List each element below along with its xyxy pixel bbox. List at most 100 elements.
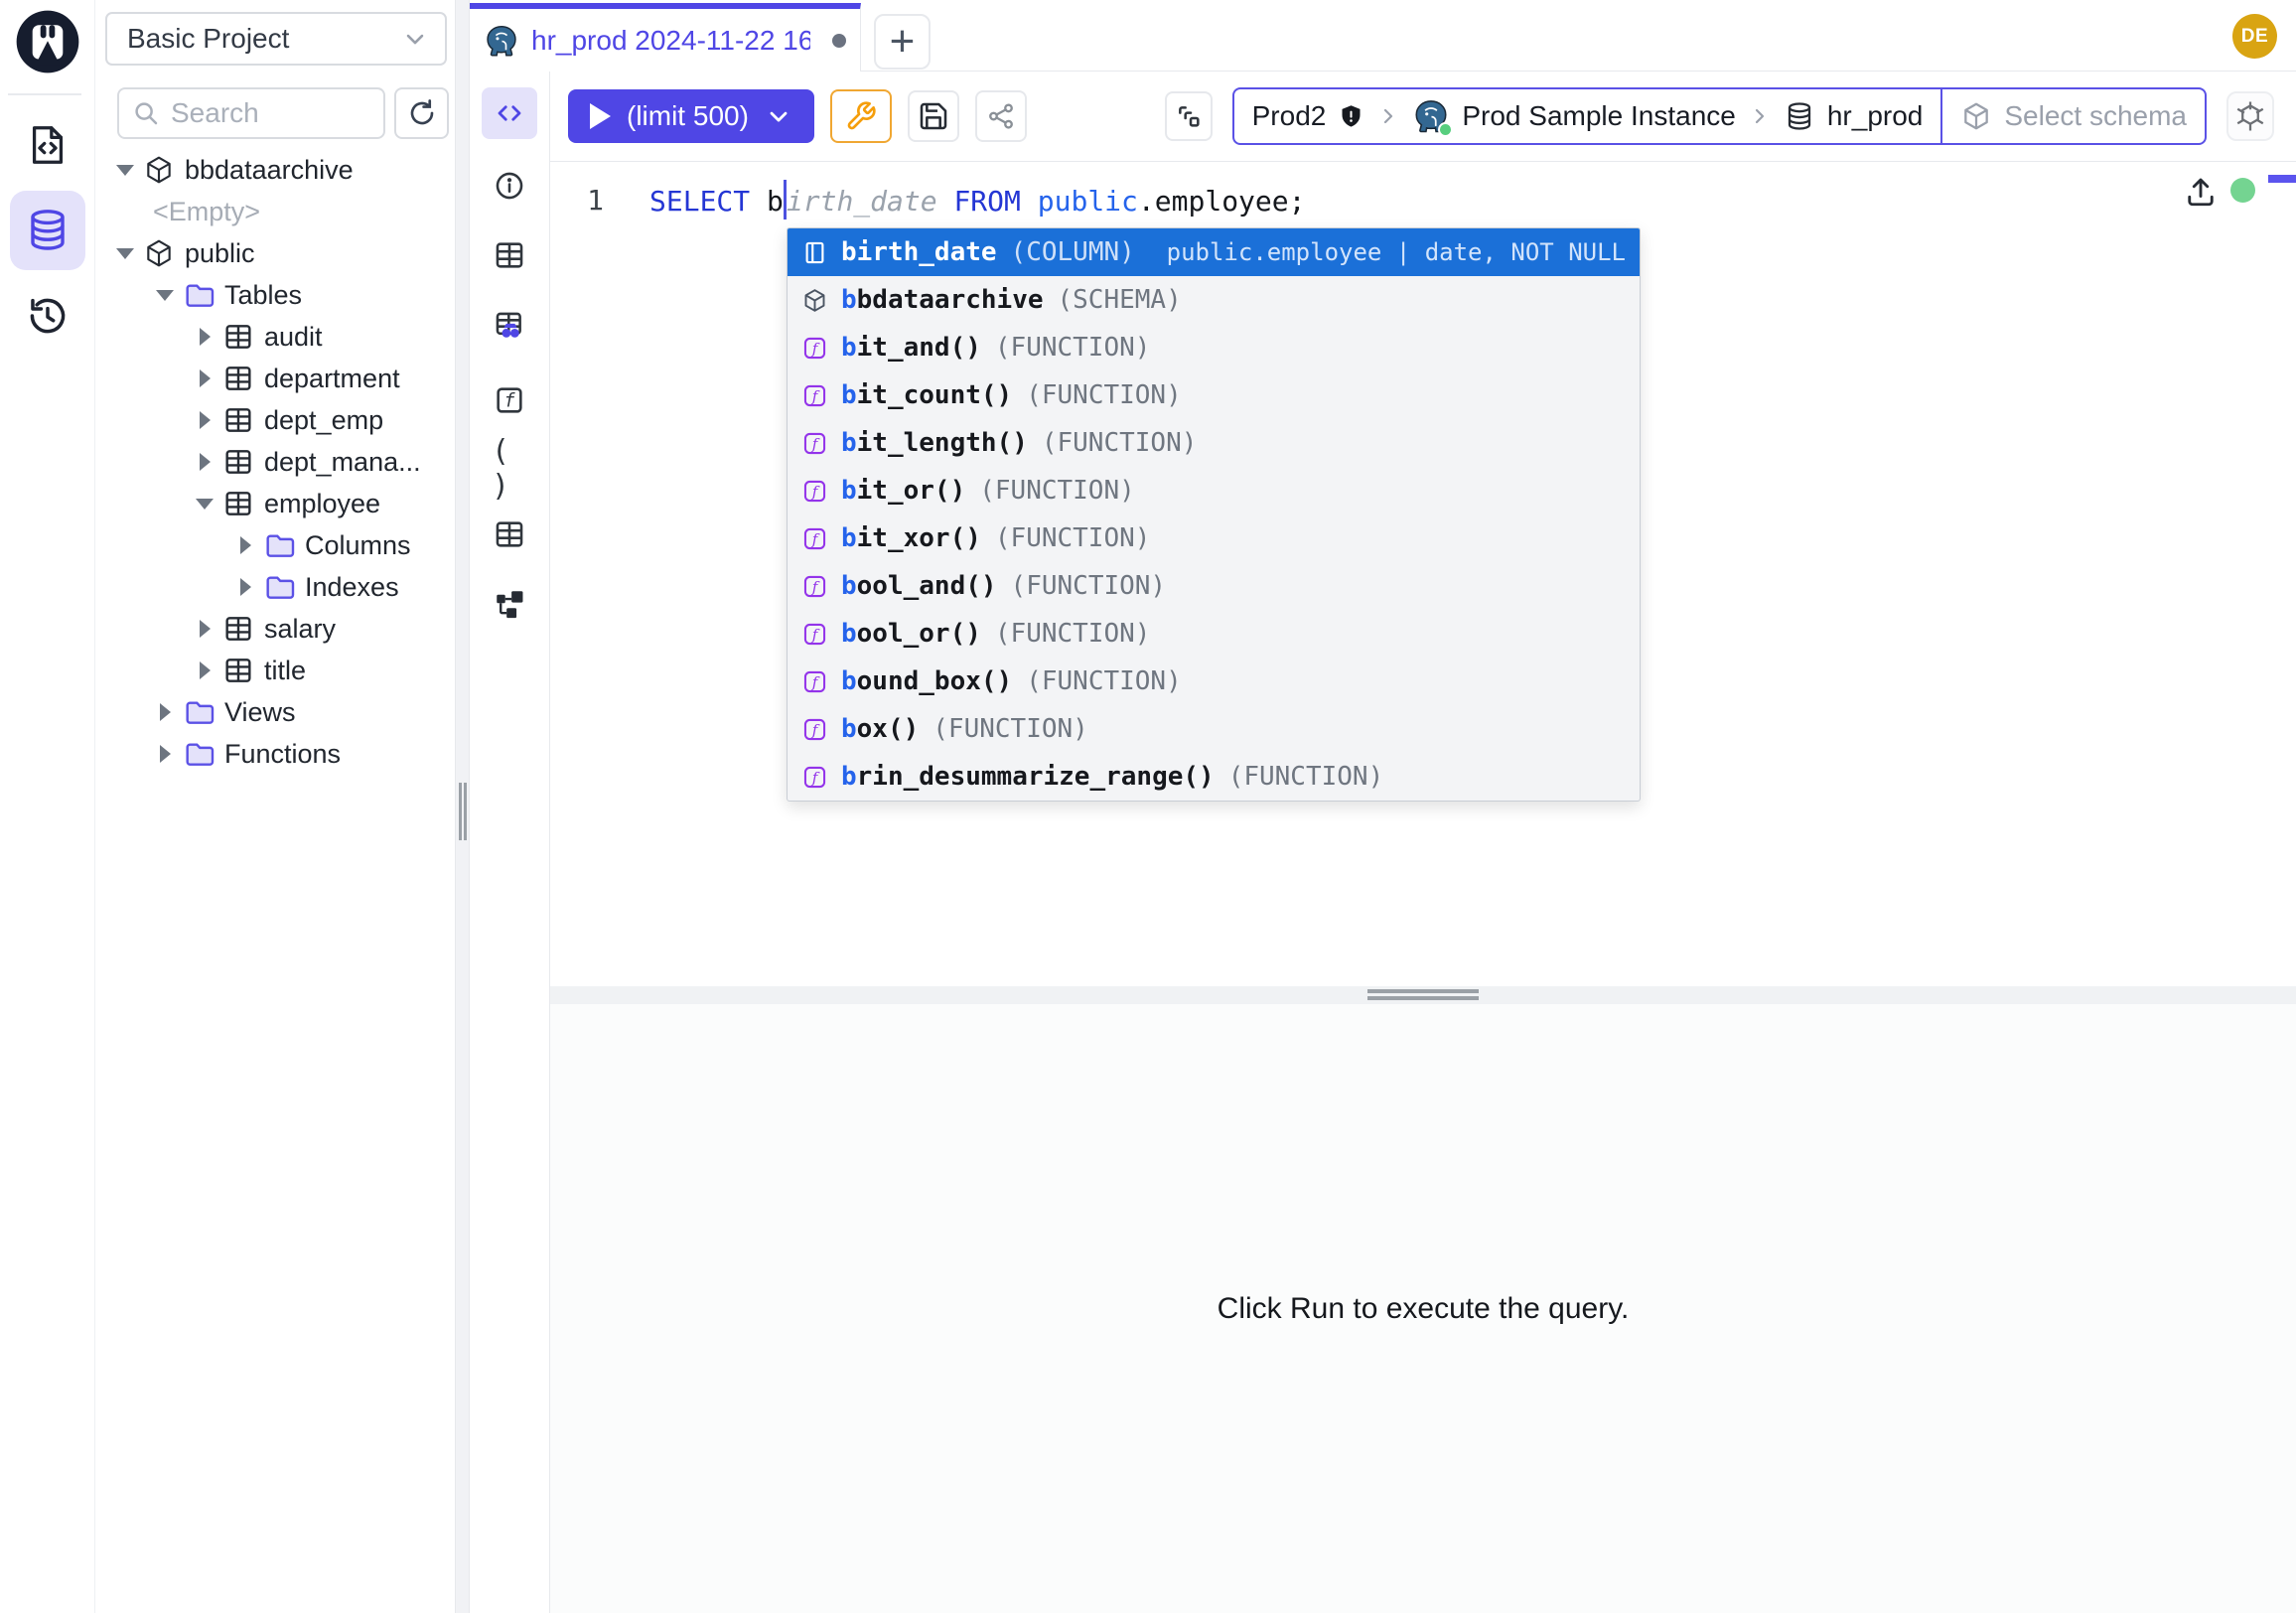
autocomplete-item[interactable]: f bbdataarchive (SCHEMA) xyxy=(788,276,1640,324)
overview-ruler-mark xyxy=(2268,175,2296,183)
parentheses-icon[interactable]: ( ) xyxy=(492,451,527,487)
chevron-right-icon[interactable] xyxy=(231,578,259,596)
connection-path[interactable]: Prod2 xyxy=(1234,89,1941,143)
table-data-icon[interactable] xyxy=(492,516,527,552)
connection-breadcrumb[interactable]: Prod2 xyxy=(1232,87,2207,145)
database-nav-active[interactable] xyxy=(10,191,85,270)
search-box[interactable] xyxy=(117,87,385,139)
autocomplete-item[interactable]: f box() (FUNCTION) xyxy=(788,705,1640,753)
suggestion-kind: (FUNCTION) xyxy=(995,333,1151,363)
chevron-down-icon[interactable] xyxy=(111,248,139,259)
chevron-right-icon[interactable] xyxy=(151,703,179,721)
suggestion-label: bool_and() xyxy=(841,571,997,601)
suggestion-label: bbdataarchive xyxy=(841,285,1044,315)
tree-item[interactable]: bbdataarchive xyxy=(95,149,455,191)
line-number: 1 xyxy=(550,184,604,217)
project-selector[interactable]: Basic Project xyxy=(105,12,447,66)
batch-query-button[interactable] xyxy=(1165,91,1213,141)
autocomplete-item[interactable]: f brin_desummarize_range() (FUNCTION) xyxy=(788,753,1640,801)
tree-item-label: Views xyxy=(224,697,296,728)
chevron-right-icon[interactable] xyxy=(191,620,218,638)
suggestion-label: brin_desummarize_range() xyxy=(841,762,1215,792)
info-icon[interactable] xyxy=(492,168,527,204)
function-icon[interactable]: f xyxy=(492,382,527,418)
upload-icon[interactable] xyxy=(2183,174,2219,210)
tree-item[interactable]: dept_emp xyxy=(95,399,455,441)
tree-item[interactable]: public xyxy=(95,232,455,274)
chevron-right-icon[interactable] xyxy=(191,328,218,346)
worksheet-icon[interactable] xyxy=(24,121,72,169)
table-info-icon[interactable] xyxy=(492,237,527,273)
chevron-right-icon[interactable] xyxy=(231,536,259,554)
tree-item[interactable]: department xyxy=(95,358,455,399)
tree-item[interactable]: salary xyxy=(95,608,455,650)
chevron-down-icon[interactable] xyxy=(191,499,218,510)
autocomplete-item[interactable]: f bit_xor() (FUNCTION) xyxy=(788,514,1640,562)
share-button[interactable] xyxy=(975,90,1027,142)
autocomplete-item[interactable]: f bit_or() (FUNCTION) xyxy=(788,467,1640,514)
tree-item[interactable]: dept_mana... xyxy=(95,441,455,483)
function-icon: f xyxy=(801,668,828,695)
suggestion-label: bit_or() xyxy=(841,476,965,506)
panel-resize-handle[interactable] xyxy=(550,986,2296,1004)
shield-icon xyxy=(1338,103,1364,130)
schema-cube-icon xyxy=(143,154,175,186)
main-area: hr_prod 2024-11-22 16:49 + DE xyxy=(470,0,2296,1613)
autocomplete-item[interactable]: f bit_count() (FUNCTION) xyxy=(788,371,1640,419)
new-tab-button[interactable]: + xyxy=(874,14,931,70)
autocomplete-item[interactable]: f bool_and() (FUNCTION) xyxy=(788,562,1640,610)
chevron-down-icon[interactable] xyxy=(111,165,139,176)
save-button[interactable] xyxy=(908,90,959,142)
tree-item-label: Indexes xyxy=(305,572,399,603)
function-icon: f xyxy=(801,764,828,791)
save-icon xyxy=(918,100,949,132)
refresh-button[interactable] xyxy=(394,87,449,139)
search-input[interactable] xyxy=(171,97,371,129)
admin-wrench-button[interactable] xyxy=(830,89,892,143)
history-icon[interactable] xyxy=(24,292,72,340)
suggestion-kind: (FUNCTION) xyxy=(995,619,1151,649)
avatar[interactable]: DE xyxy=(2232,14,2277,59)
chevron-right-icon[interactable] xyxy=(191,453,218,471)
tree-item[interactable]: Views xyxy=(95,691,455,733)
tree-item[interactable]: audit xyxy=(95,316,455,358)
sql-editor-mode-button[interactable] xyxy=(482,87,537,139)
tree-item[interactable]: employee xyxy=(95,483,455,524)
chevron-right-icon[interactable] xyxy=(191,411,218,429)
table-explore-icon[interactable] xyxy=(492,308,527,344)
sidebar-resize-handle[interactable] xyxy=(455,0,470,1613)
suggestion-kind: (FUNCTION) xyxy=(933,714,1088,744)
autocomplete-item[interactable]: f bit_and() (FUNCTION) xyxy=(788,324,1640,371)
suggestion-label: bool_or() xyxy=(841,619,981,649)
schema-diagram-icon[interactable] xyxy=(492,586,527,622)
function-icon: f xyxy=(801,525,828,552)
schema-selector[interactable]: Select schema xyxy=(1940,89,2205,143)
chevron-right-icon[interactable] xyxy=(151,745,179,763)
table-icon xyxy=(222,363,254,394)
function-icon: f xyxy=(801,335,828,362)
sql-editor[interactable]: 1 SELECT birth_date FROM public.employee… xyxy=(550,162,2296,986)
tree-item[interactable]: Indexes xyxy=(95,566,455,608)
tree-item[interactable]: Tables xyxy=(95,274,455,316)
run-button[interactable]: (limit 500) xyxy=(568,89,814,143)
bytebase-logo[interactable] xyxy=(13,7,82,76)
autocomplete-item[interactable]: f birth_date (COLUMN) public.employee | … xyxy=(788,228,1640,276)
chevron-right-icon[interactable] xyxy=(191,369,218,387)
tree-item[interactable]: <Empty> xyxy=(95,191,455,232)
autocomplete-item[interactable]: f bool_or() (FUNCTION) xyxy=(788,610,1640,658)
tab-hr-prod[interactable]: hr_prod 2024-11-22 16:49 xyxy=(470,3,861,72)
chevron-down-icon xyxy=(401,25,429,53)
svg-text:f: f xyxy=(811,625,820,643)
autocomplete-item[interactable]: f bit_length() (FUNCTION) xyxy=(788,419,1640,467)
chevron-down-icon[interactable] xyxy=(151,290,179,301)
tree-item-label: <Empty> xyxy=(153,197,260,227)
chevron-right-icon xyxy=(1376,104,1400,128)
tree-item[interactable]: Columns xyxy=(95,524,455,566)
autocomplete-item[interactable]: f bound_box() (FUNCTION) xyxy=(788,658,1640,705)
ai-assistant-button[interactable] xyxy=(2226,91,2274,141)
table-icon xyxy=(222,404,254,436)
tree-item[interactable]: title xyxy=(95,650,455,691)
code-line: 1 SELECT birth_date FROM public.employee… xyxy=(550,177,1305,222)
tree-item[interactable]: Functions xyxy=(95,733,455,775)
chevron-right-icon[interactable] xyxy=(191,661,218,679)
